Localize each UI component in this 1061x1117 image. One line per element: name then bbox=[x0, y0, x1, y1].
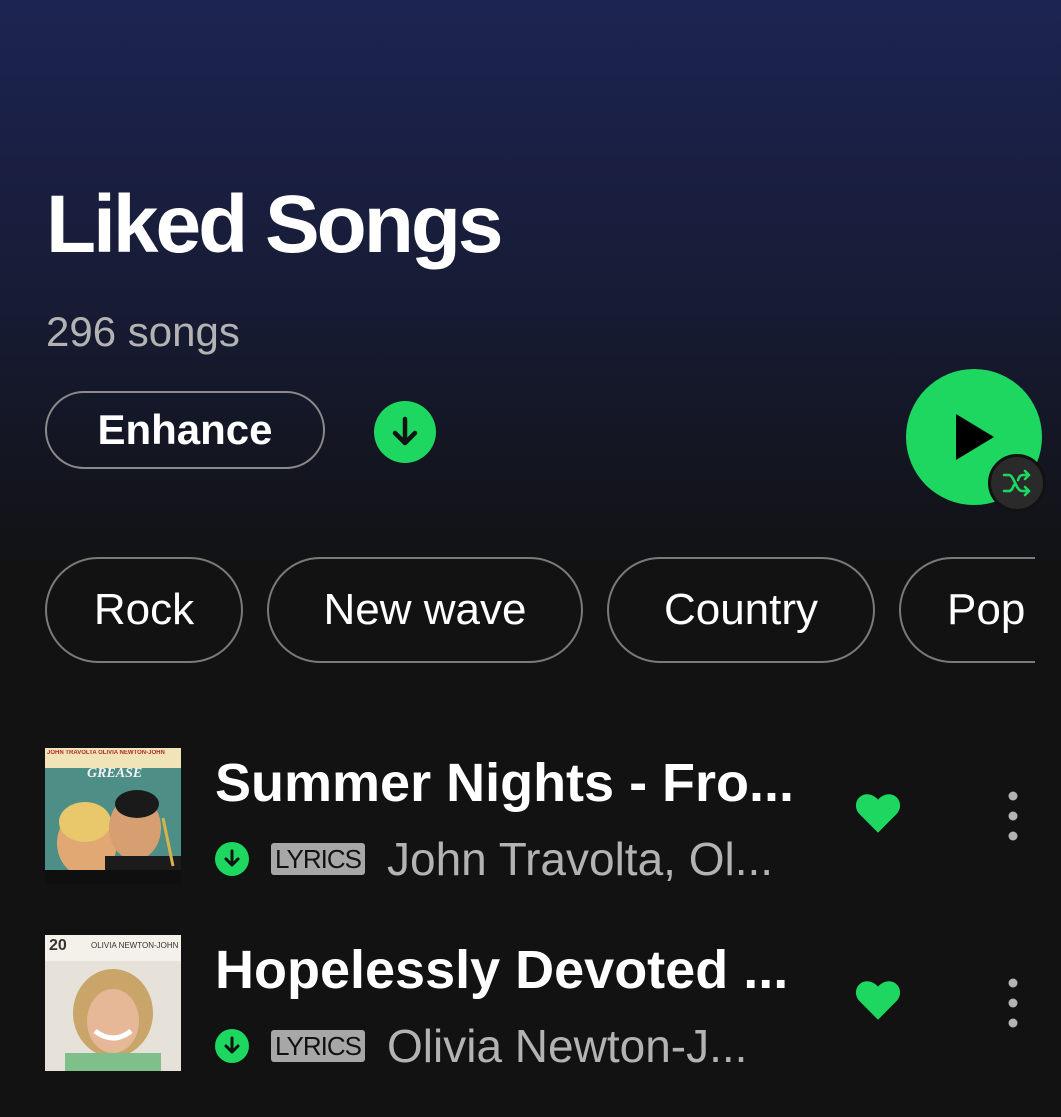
play-icon bbox=[956, 414, 994, 460]
album-art: 20 OLIVIA NEWTON-JOHN bbox=[45, 935, 181, 1071]
track-subtitle: LYRICS John Travolta, Ol... bbox=[215, 832, 773, 886]
lyrics-badge: LYRICS bbox=[271, 843, 365, 875]
chip-pop[interactable]: Pop bbox=[899, 557, 1035, 663]
downloaded-icon bbox=[215, 1029, 249, 1063]
album-art-logo: GREASE bbox=[87, 766, 143, 781]
heart-icon[interactable] bbox=[853, 975, 903, 1025]
track-artist: Olivia Newton-J... bbox=[387, 1020, 748, 1072]
lyrics-badge: LYRICS bbox=[271, 1030, 365, 1062]
chip-new-wave[interactable]: New wave bbox=[267, 557, 583, 663]
track-title: Summer Nights - Fro... bbox=[215, 753, 795, 813]
downloaded-icon bbox=[215, 842, 249, 876]
more-options-icon[interactable] bbox=[995, 788, 1031, 844]
track-artist: John Travolta, Ol... bbox=[387, 833, 774, 885]
song-count: 296 songs bbox=[46, 308, 240, 355]
download-icon bbox=[392, 416, 418, 446]
track-subtitle: LYRICS Olivia Newton-J... bbox=[215, 1019, 747, 1073]
track-row[interactable]: 20 OLIVIA NEWTON-JOHN Hopelessly Devoted… bbox=[45, 935, 1035, 1073]
download-toggle-button[interactable] bbox=[374, 401, 436, 463]
page-title: Liked Songs bbox=[46, 179, 504, 270]
more-options-icon[interactable] bbox=[995, 975, 1031, 1031]
album-art: JOHN TRAVOLTA OLIVIA NEWTON-JOHN GREASE bbox=[45, 748, 181, 884]
enhance-button[interactable]: Enhance bbox=[45, 391, 325, 469]
album-art-logo: 20 bbox=[49, 937, 67, 954]
track-row[interactable]: JOHN TRAVOLTA OLIVIA NEWTON-JOHN GREASE … bbox=[45, 748, 1035, 886]
chip-country[interactable]: Country bbox=[607, 557, 875, 663]
liked-songs-page: Liked Songs 296 songs Enhance Rock New w… bbox=[0, 0, 1061, 1117]
shuffle-icon bbox=[1002, 469, 1031, 497]
album-art-credit: JOHN TRAVOLTA OLIVIA NEWTON-JOHN bbox=[47, 750, 165, 756]
genre-filter-chips: Rock New wave Country Pop bbox=[45, 557, 1035, 665]
shuffle-button[interactable] bbox=[988, 454, 1046, 512]
heart-icon[interactable] bbox=[853, 788, 903, 838]
track-title: Hopelessly Devoted ... bbox=[215, 940, 789, 1000]
chip-rock[interactable]: Rock bbox=[45, 557, 243, 663]
album-art-credit: OLIVIA NEWTON-JOHN bbox=[91, 941, 179, 950]
